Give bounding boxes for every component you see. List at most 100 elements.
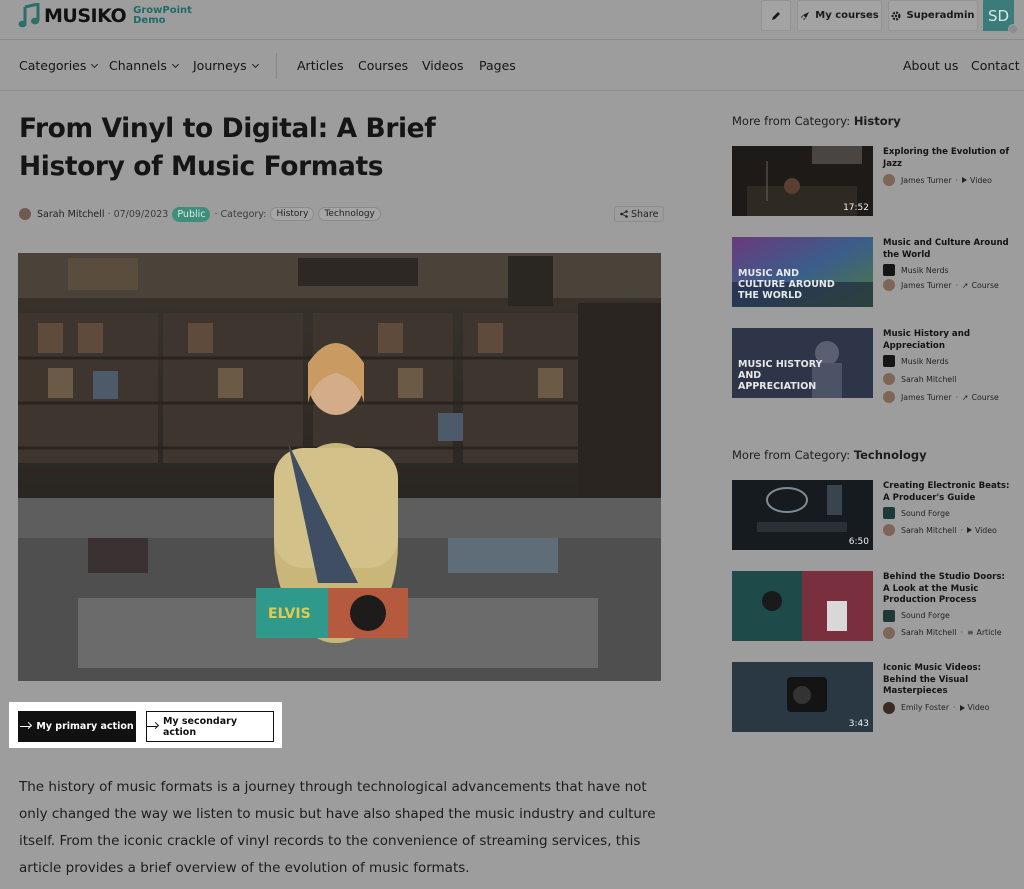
nav-journeys[interactable]: Journeys [193,58,259,73]
my-courses-label: My courses [815,10,879,21]
nav-channels[interactable]: Channels [109,58,179,73]
author-avatar [883,373,895,385]
brand-logo[interactable]: MUSIKO GrowPoint Demo [18,3,192,29]
video-duration: 17:52 [843,203,869,213]
card-thumbnail[interactable]: MUSIC AND CULTURE AROUND THE WORLD [732,237,873,307]
author-avatar [883,174,895,186]
nav-contact[interactable]: Contact [971,58,1020,73]
action-buttons: My primary action My secondary action [9,702,282,748]
card-type: Article [976,628,1002,637]
thumbnail-caption: MUSIC HISTORY AND APPRECIATION [738,359,823,392]
primary-action-button[interactable]: My primary action [18,711,136,742]
video-duration: 3:43 [848,719,869,729]
edit-button[interactable] [761,0,791,31]
related-card[interactable]: Behind the Studio Doors: A Look at the M… [732,571,1014,641]
share-button[interactable]: Share [614,206,665,222]
author-avatar [19,208,31,220]
card-type: Video [974,525,997,535]
article-meta: Sarah Mitchell · 07/09/2023 Public · Cat… [19,206,381,222]
nav-about[interactable]: About us [903,58,958,73]
channel-logo [883,609,895,622]
author-name[interactable]: Sarah Mitchell [37,209,105,220]
nav-courses[interactable]: Courses [358,58,408,73]
author-avatar [883,524,895,536]
brand-name: MUSIKO [44,5,127,27]
play-icon [962,177,968,183]
gear-icon [891,10,901,21]
superadmin-button[interactable]: Superadmin [888,0,978,31]
card-title[interactable]: Creating Electronic Beats: A Producer's … [883,481,1014,504]
user-avatar[interactable]: SD [983,0,1018,34]
top-bar: MUSIKO GrowPoint Demo My courses Superad… [0,0,1024,40]
card-author: James Turner [901,392,952,402]
card-title[interactable]: Music History and Appreciation [883,329,1014,352]
card-channel: Musik Nerds [901,265,949,275]
my-courses-button[interactable]: My courses [797,0,882,31]
related-card[interactable]: 17:52 Exploring the Evolution of Jazz Ja… [732,146,1014,216]
card-type: Video [967,703,990,712]
related-card[interactable]: 6:50 Creating Electronic Beats: A Produc… [732,480,1014,550]
related-card[interactable]: MUSIC AND CULTURE AROUND THE WORLD Music… [732,237,1014,307]
card-channel: Sound Forge [901,611,950,620]
author-avatar [883,701,895,714]
sidebar-heading-technology: More from Category: Technology [732,448,927,462]
music-note-icon [18,3,40,28]
play-icon [966,527,972,533]
article-icon: ≡ [966,628,974,637]
tag-technology[interactable]: Technology [318,207,381,221]
related-card[interactable]: MUSIC HISTORY AND APPRECIATION Music His… [732,328,1014,403]
svg-text:ELVIS: ELVIS [268,606,311,622]
card-author: James Turner [901,175,952,185]
card-channel: Sound Forge [901,508,950,518]
arrow-right-icon [147,725,157,728]
author-avatar [883,626,895,639]
card-thumbnail[interactable]: 3:43 [732,662,873,732]
nav-divider [276,53,277,79]
article-body: The history of music formats is a journe… [19,779,656,876]
author-avatar [883,279,895,291]
card-author: Sarah Mitchell [901,628,957,637]
card-channel: Musik Nerds [901,356,949,366]
channel-logo [883,355,895,367]
card-thumbnail[interactable]: MUSIC HISTORY AND APPRECIATION [732,328,873,398]
main-nav: Categories Channels Journeys Articles Co… [0,41,1024,91]
card-author: Sarah Mitchell [901,525,957,535]
publish-date: 07/09/2023 [113,208,169,220]
article-title: From Vinyl to Digital: A Brief History o… [19,113,436,182]
video-duration: 6:50 [848,537,869,547]
card-author: James Turner [901,280,952,290]
card-thumbnail[interactable] [732,571,873,641]
hero-image: ELVIS [18,253,661,681]
tag-history[interactable]: History [270,207,315,221]
category-label: Category: [220,208,267,220]
pencil-icon [772,11,780,20]
card-title[interactable]: Iconic Music Videos: Behind the Visual M… [883,663,1014,698]
superadmin-label: Superadmin [906,10,975,21]
nav-pages[interactable]: Pages [479,58,516,73]
visibility-badge: Public [172,206,211,222]
rocket-icon [801,11,810,20]
chevron-down-icon [251,60,259,69]
card-title[interactable]: Music and Culture Around the World [883,238,1014,261]
card-author: Sarah Mitchell [901,374,957,384]
rocket-icon: ➚ [962,392,969,402]
thumbnail-caption: MUSIC AND CULTURE AROUND THE WORLD [738,268,835,301]
nav-videos[interactable]: Videos [422,58,464,73]
rocket-icon: ➚ [962,280,969,290]
arrow-right-icon [20,725,31,728]
nav-categories[interactable]: Categories [19,58,99,73]
card-thumbnail[interactable]: 6:50 [732,480,873,550]
sidebar-heading-history: More from Category: History [732,114,901,128]
card-thumbnail[interactable]: 17:52 [732,146,873,216]
secondary-action-button[interactable]: My secondary action [146,711,274,742]
share-icon [620,210,628,218]
card-title[interactable]: Exploring the Evolution of Jazz [883,147,1014,170]
related-card[interactable]: 3:43 Iconic Music Videos: Behind the Vis… [732,662,1014,732]
card-type: Course [971,392,999,402]
nav-articles[interactable]: Articles [297,58,344,73]
chevron-down-icon [171,60,179,69]
card-type: Video [970,175,992,185]
author-avatar [883,391,895,403]
brand-subtitle: GrowPoint Demo [133,5,192,26]
card-title[interactable]: Behind the Studio Doors: A Look at the M… [883,572,1014,607]
